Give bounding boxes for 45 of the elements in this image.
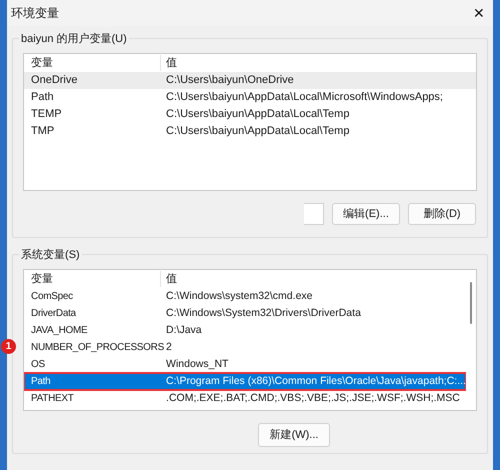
variable-name: TEMP — [30, 107, 63, 122]
variable-value: C:\Users\baiyun\OneDrive — [165, 73, 294, 88]
variable-name: OneDrive — [30, 73, 78, 88]
variable-name: DriverData — [30, 307, 77, 321]
variable-value: C:\Users\baiyun\AppData\Local\Temp — [165, 124, 350, 140]
list-row[interactable]: OS Windows_NT — [24, 356, 466, 373]
variable-name: NUMBER_OF_PROCESSORS — [30, 341, 162, 355]
variable-name: TMP — [30, 124, 56, 140]
list-row[interactable]: JAVA_HOME D:\Java — [24, 322, 466, 339]
dialog-button[interactable]: 新建(W)... — [258, 423, 330, 447]
variable-name: PATHEXT — [30, 392, 75, 406]
dialog-button[interactable]: 编辑(E)... — [332, 203, 400, 225]
column-header[interactable]: 值 — [161, 54, 178, 72]
column-header[interactable]: 变量 — [24, 270, 162, 288]
close-button[interactable]: ✕ — [470, 6, 487, 20]
list-row[interactable]: NUMBER_OF_PROCESSORS 2 — [24, 339, 466, 356]
column-header[interactable]: 变量 — [24, 54, 162, 72]
list-row[interactable]: TMP C:\Users\baiyun\AppData\Local\Temp — [24, 123, 476, 140]
dialog-button[interactable]: 删除(D) — [408, 203, 476, 225]
variable-value: C:\Windows\System32\Drivers\DriverData — [165, 306, 361, 321]
variable-name: OS — [30, 358, 46, 372]
variable-name: Path — [30, 375, 52, 389]
list-row[interactable]: ComSpec C:\Windows\system32\cmd.exe — [24, 288, 466, 305]
list-row[interactable]: Path C:\Users\baiyun\AppData\Local\Microsoft\WindowsApps; — [24, 89, 476, 106]
variable-name: Path — [30, 90, 55, 106]
list-row[interactable]: DriverData C:\Windows\System32\Drivers\DriverData — [24, 305, 466, 322]
group-title: 系统变量(S) — [19, 247, 82, 264]
variable-value: 2 — [165, 340, 172, 355]
annotation-badge: 1 — [1, 339, 16, 354]
list-row[interactable]: TEMP C:\Users\baiyun\AppData\Local\Temp — [24, 106, 476, 123]
list-row[interactable]: PATHEXT .COM;.EXE;.BAT;.CMD;.VBS;.VBE;.JS;.JSE;.WSF;.WSH;.MSC — [24, 390, 466, 407]
list-row[interactable]: OneDrive C:\Users\baiyun\OneDrive — [24, 72, 476, 89]
variable-value: C:\Users\baiyun\AppData\Local\Microsoft\WindowsApps; — [165, 90, 443, 106]
variable-value: C:\Program Files (x86)\Common Files\Oracle\Java\javapath;C:... — [165, 374, 466, 389]
list-row[interactable]: Path C:\Program Files (x86)\Common Files\Oracle\Java\javapath;C:... — [24, 373, 466, 390]
variable-value: D:\Java — [165, 322, 202, 338]
variable-value: C:\Windows\system32\cmd.exe — [165, 288, 312, 304]
variable-name: JAVA_HOME — [30, 324, 88, 338]
column-header[interactable]: 值 — [161, 270, 178, 288]
window-title: 环境变量 — [11, 5, 60, 22]
variable-value: Windows_NT — [165, 356, 228, 372]
variable-value: C:\Users\baiyun\AppData\Local\Temp — [165, 107, 350, 122]
group-title: baiyun 的用户变量(U) — [19, 31, 129, 48]
variable-value: .COM;.EXE;.BAT;.CMD;.VBS;.VBE;.JS;.JSE;.WSF;.WSH;.MSC — [165, 390, 460, 406]
variable-name: ComSpec — [30, 290, 74, 304]
